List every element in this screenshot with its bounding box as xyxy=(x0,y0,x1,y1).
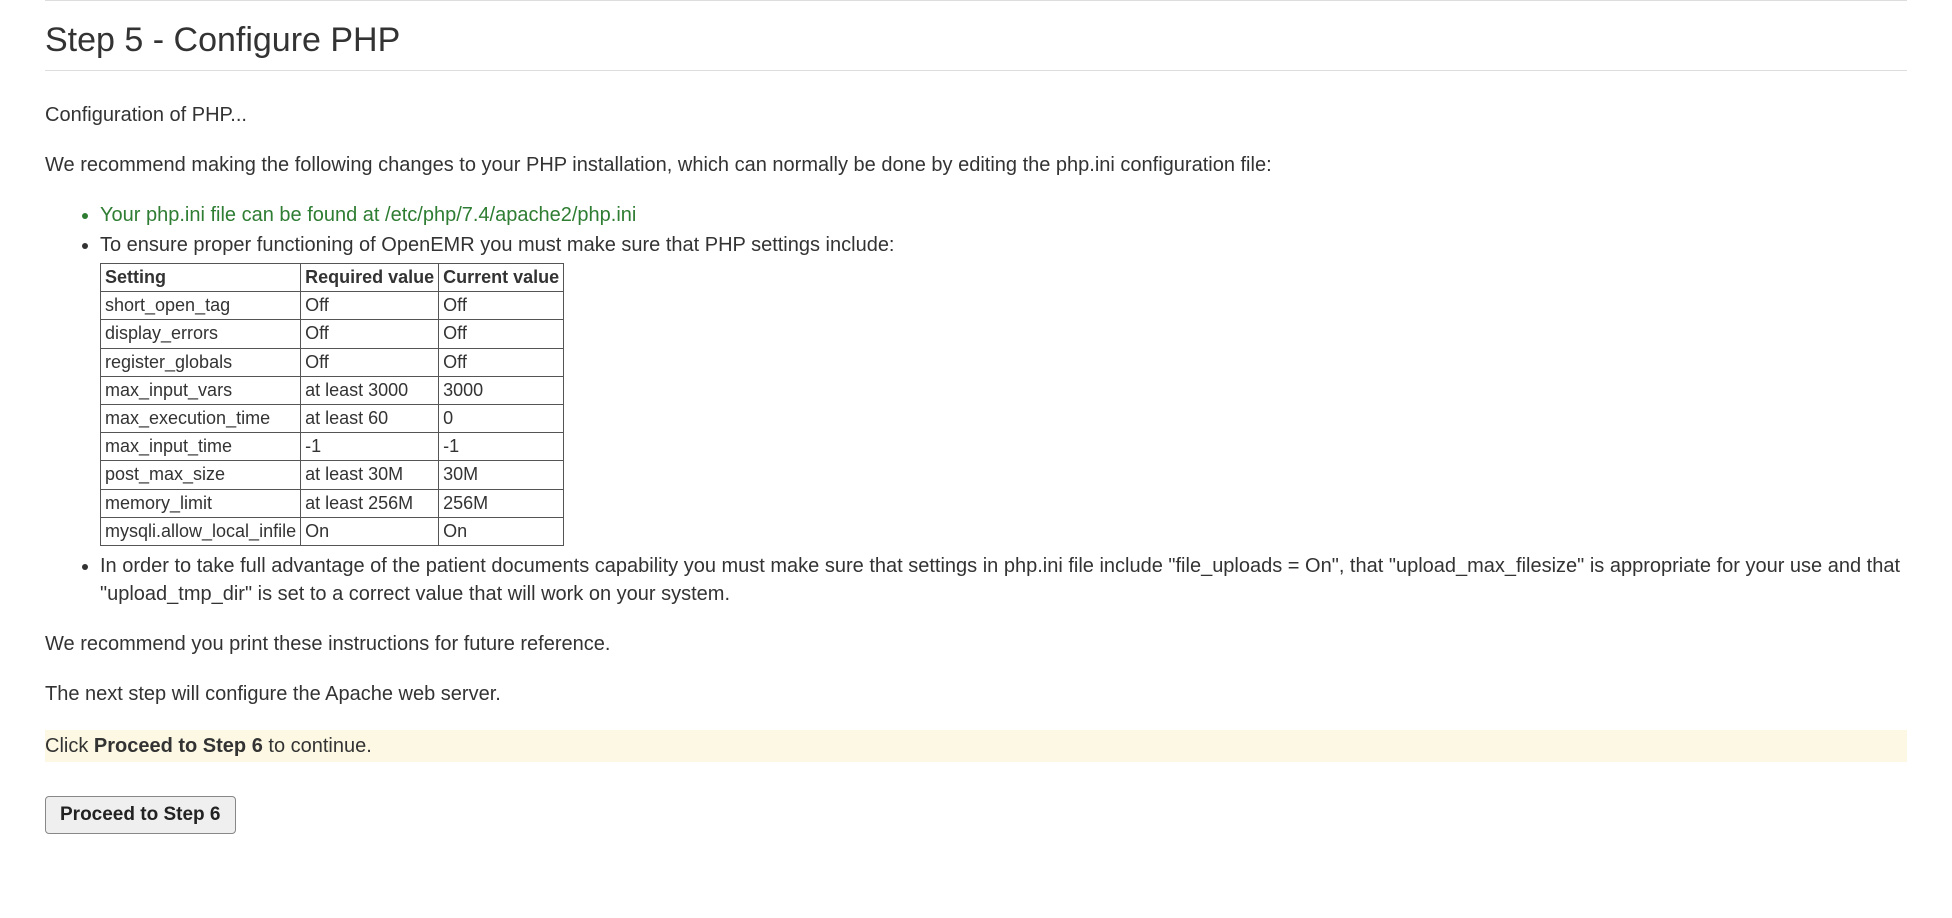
table-row: mysqli.allow_local_infileOnOn xyxy=(101,517,564,545)
cell-required: at least 256M xyxy=(301,489,439,517)
cell-current: Off xyxy=(439,348,564,376)
cell-setting: max_execution_time xyxy=(101,404,301,432)
table-row: max_input_varsat least 30003000 xyxy=(101,376,564,404)
table-row: register_globalsOffOff xyxy=(101,348,564,376)
header-current: Current value xyxy=(439,264,564,292)
cell-setting: mysqli.allow_local_infile xyxy=(101,517,301,545)
cell-setting: memory_limit xyxy=(101,489,301,517)
cell-required: -1 xyxy=(301,433,439,461)
intro-text: Configuration of PHP... xyxy=(45,101,1907,129)
cell-required: Off xyxy=(301,320,439,348)
cell-current: 0 xyxy=(439,404,564,432)
cell-required: at least 30M xyxy=(301,461,439,489)
header-setting: Setting xyxy=(101,264,301,292)
continue-bold: Proceed to Step 6 xyxy=(94,735,263,757)
cell-required: at least 60 xyxy=(301,404,439,432)
header-required: Required value xyxy=(301,264,439,292)
table-row: short_open_tagOffOff xyxy=(101,292,564,320)
top-divider xyxy=(45,0,1907,1)
cell-required: Off xyxy=(301,348,439,376)
ensure-intro-text: To ensure proper functioning of OpenEMR … xyxy=(100,234,895,256)
cell-setting: display_errors xyxy=(101,320,301,348)
cell-current: Off xyxy=(439,320,564,348)
cell-setting: short_open_tag xyxy=(101,292,301,320)
uploads-note-item: In order to take full advantage of the p… xyxy=(100,552,1907,608)
continue-suffix: to continue. xyxy=(263,735,372,757)
next-step-note: The next step will configure the Apache … xyxy=(45,680,1907,708)
proceed-button[interactable]: Proceed to Step 6 xyxy=(45,796,236,834)
cell-current: Off xyxy=(439,292,564,320)
cell-setting: register_globals xyxy=(101,348,301,376)
cell-setting: post_max_size xyxy=(101,461,301,489)
cell-required: at least 3000 xyxy=(301,376,439,404)
table-row: display_errorsOffOff xyxy=(101,320,564,348)
print-note: We recommend you print these instruction… xyxy=(45,630,1907,658)
cell-current: 256M xyxy=(439,489,564,517)
page-title: Step 5 - Configure PHP xyxy=(45,21,1907,60)
php-config-list: Your php.ini file can be found at /etc/p… xyxy=(45,201,1907,608)
cell-required: Off xyxy=(301,292,439,320)
ensure-settings-item: To ensure proper functioning of OpenEMR … xyxy=(100,231,1907,546)
php-settings-table: Setting Required value Current value sho… xyxy=(100,263,564,546)
continue-prefix: Click xyxy=(45,735,94,757)
continue-instruction: Click Proceed to Step 6 to continue. xyxy=(45,730,1907,762)
cell-setting: max_input_vars xyxy=(101,376,301,404)
table-header-row: Setting Required value Current value xyxy=(101,264,564,292)
cell-current: 3000 xyxy=(439,376,564,404)
cell-setting: max_input_time xyxy=(101,433,301,461)
table-row: memory_limitat least 256M256M xyxy=(101,489,564,517)
table-row: max_input_time-1-1 xyxy=(101,433,564,461)
table-row: post_max_sizeat least 30M30M xyxy=(101,461,564,489)
cell-current: On xyxy=(439,517,564,545)
recommend-text: We recommend making the following change… xyxy=(45,151,1907,179)
table-row: max_execution_timeat least 600 xyxy=(101,404,564,432)
cell-current: 30M xyxy=(439,461,564,489)
title-divider xyxy=(45,70,1907,71)
cell-current: -1 xyxy=(439,433,564,461)
cell-required: On xyxy=(301,517,439,545)
phpini-location-item: Your php.ini file can be found at /etc/p… xyxy=(100,201,1907,229)
